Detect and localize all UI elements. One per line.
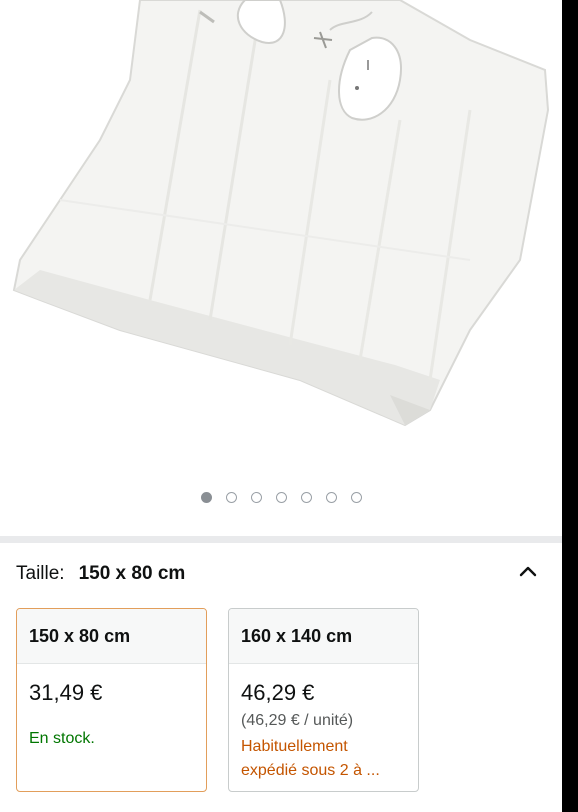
option-size-label: 150 x 80 cm (17, 609, 206, 664)
availability-text: Habituellement expédié sous 2 à ... (241, 735, 418, 783)
electric-blanket-image (12, 0, 550, 427)
section-divider (0, 536, 562, 543)
size-label: Taille: (16, 563, 65, 584)
size-options: 150 x 80 cm 31,49 € En stock. 160 x 140 … (16, 608, 556, 798)
carousel-dot[interactable] (251, 492, 262, 503)
chevron-up-icon[interactable] (518, 564, 538, 578)
carousel-dot[interactable] (201, 492, 212, 503)
availability-line: expédié sous 2 à ... (241, 762, 380, 779)
size-option-150x80[interactable]: 150 x 80 cm 31,49 € En stock. (16, 608, 207, 792)
carousel-dot[interactable] (301, 492, 312, 503)
option-unit-price: (46,29 € / unité) (241, 712, 354, 729)
size-selector-header[interactable]: Taille: 150 x 80 cm (16, 562, 546, 586)
carousel-dots[interactable] (0, 492, 562, 508)
selected-size-value: 150 x 80 cm (78, 563, 186, 584)
carousel-dot[interactable] (276, 492, 287, 503)
screen-edge (562, 0, 578, 812)
availability-text: En stock. (29, 730, 95, 747)
carousel-dot[interactable] (226, 492, 237, 503)
availability-line: Habituellement (241, 738, 348, 755)
product-image-gallery[interactable] (0, 0, 562, 536)
option-price: 46,29 € (241, 680, 315, 705)
carousel-dot[interactable] (351, 492, 362, 503)
option-price: 31,49 € (29, 680, 103, 705)
size-option-160x140[interactable]: 160 x 140 cm 46,29 € (46,29 € / unité) H… (228, 608, 419, 792)
option-size-label: 160 x 140 cm (229, 609, 418, 664)
carousel-dot[interactable] (326, 492, 337, 503)
